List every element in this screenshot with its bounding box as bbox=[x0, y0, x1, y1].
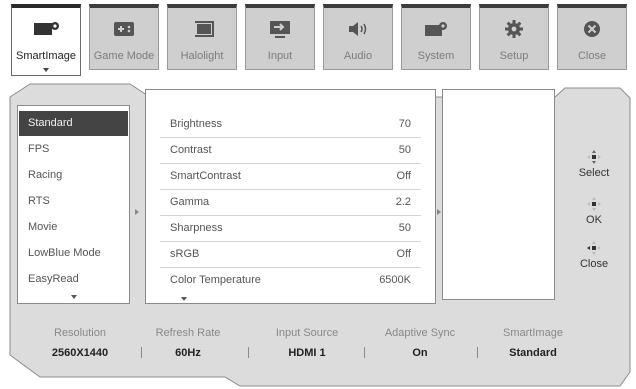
status-smartimage: SmartImage Standard bbox=[478, 327, 588, 359]
setting-row-contrast[interactable]: Contrast 50 bbox=[160, 138, 421, 164]
status-value: HDMI 1 bbox=[288, 347, 326, 359]
status-title: SmartImage bbox=[503, 327, 563, 339]
status-value: 60Hz bbox=[175, 347, 201, 359]
hint-select-label: Select bbox=[578, 167, 610, 179]
setting-value: 70 bbox=[398, 118, 411, 130]
setting-value: 50 bbox=[398, 222, 411, 234]
hint-ok-label: OK bbox=[586, 214, 602, 226]
setting-value: 6500K bbox=[379, 274, 411, 286]
mode-item-lowblue[interactable]: LowBlue Mode bbox=[19, 241, 128, 266]
status-resolution: Resolution 2560X1440 bbox=[25, 327, 135, 359]
setting-name: SmartContrast bbox=[170, 170, 241, 182]
mode-item-racing[interactable]: Racing bbox=[19, 163, 128, 188]
scroll-down-icon[interactable] bbox=[71, 295, 77, 299]
setting-row-smartcontrast[interactable]: SmartContrast Off bbox=[160, 164, 421, 190]
dpad-left-icon bbox=[587, 241, 601, 255]
setting-value: 2.2 bbox=[395, 196, 411, 208]
setting-name: Brightness bbox=[170, 118, 222, 130]
setting-row-gamma[interactable]: Gamma 2.2 bbox=[160, 190, 421, 216]
dpad-updown-icon bbox=[587, 150, 601, 164]
status-adaptive-sync: Adaptive Sync On bbox=[365, 327, 475, 359]
chevron-right-icon bbox=[135, 209, 139, 215]
setting-name: Sharpness bbox=[170, 222, 223, 234]
status-input-source: Input Source HDMI 1 bbox=[252, 327, 362, 359]
setting-value: Off bbox=[396, 248, 411, 260]
sub-option-panel bbox=[442, 89, 555, 300]
mode-list: Standard FPS Racing RTS Movie LowBlue Mo… bbox=[17, 105, 130, 304]
setting-row-srgb[interactable]: sRGB Off bbox=[160, 242, 421, 268]
scroll-down-icon[interactable] bbox=[181, 297, 187, 301]
status-value: Standard bbox=[509, 347, 557, 359]
setting-row-sharpness[interactable]: Sharpness 50 bbox=[160, 216, 421, 242]
status-title: Resolution bbox=[54, 327, 106, 339]
hint-ok: OK bbox=[571, 196, 617, 226]
status-title: Adaptive Sync bbox=[384, 327, 456, 339]
settings-list: Brightness 70 Contrast 50 SmartContrast … bbox=[145, 89, 436, 304]
setting-row-color-temperature[interactable]: Color Temperature 6500K bbox=[160, 268, 421, 293]
setting-name: Contrast bbox=[170, 144, 212, 156]
divider bbox=[248, 347, 249, 358]
mode-item-easyread[interactable]: EasyRead bbox=[19, 267, 128, 292]
setting-row-brightness[interactable]: Brightness 70 bbox=[160, 112, 421, 138]
status-value: 2560X1440 bbox=[51, 347, 109, 359]
hint-close: Close bbox=[571, 240, 617, 270]
chevron-right-icon bbox=[437, 209, 441, 215]
mode-item-fps[interactable]: FPS bbox=[19, 137, 128, 162]
status-value: On bbox=[412, 347, 428, 359]
dpad-center-icon bbox=[587, 197, 601, 211]
status-refresh-rate: Refresh Rate 60Hz bbox=[133, 327, 243, 359]
mode-item-movie[interactable]: Movie bbox=[19, 215, 128, 240]
mode-item-rts[interactable]: RTS bbox=[19, 189, 128, 214]
status-title: Refresh Rate bbox=[155, 327, 221, 339]
setting-value: Off bbox=[396, 170, 411, 182]
hint-close-label: Close bbox=[579, 258, 609, 270]
setting-value: 50 bbox=[398, 144, 411, 156]
status-title: Input Source bbox=[275, 327, 339, 339]
hint-select: Select bbox=[571, 149, 617, 179]
mode-item-standard[interactable]: Standard bbox=[19, 111, 128, 136]
setting-name: sRGB bbox=[170, 248, 200, 260]
setting-name: Color Temperature bbox=[170, 274, 261, 286]
setting-name: Gamma bbox=[170, 196, 210, 208]
